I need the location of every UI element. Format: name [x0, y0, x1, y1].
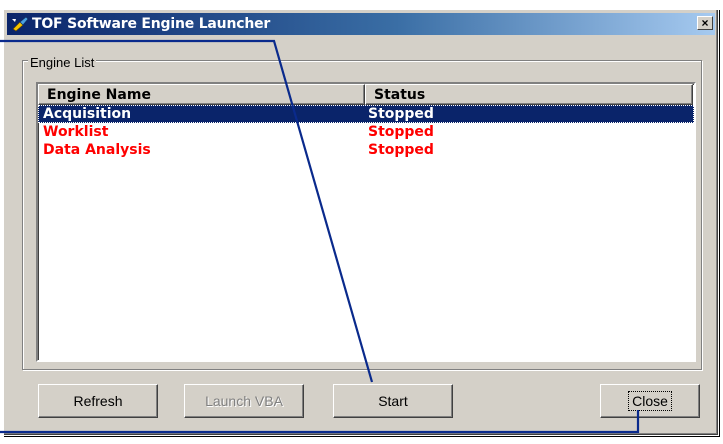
close-button[interactable]: Close [600, 384, 700, 418]
engine-row-acquisition[interactable]: Acquisition Stopped [38, 105, 694, 123]
engine-listview[interactable]: Engine Name Status Acquisition Stopped W… [36, 82, 696, 362]
engine-status-cell: Stopped [368, 142, 434, 158]
engine-name-cell: Worklist [43, 124, 109, 140]
launch-vba-button[interactable]: Launch VBA [184, 384, 304, 418]
engine-status-cell: Stopped [368, 124, 434, 140]
start-button[interactable]: Start [333, 384, 453, 418]
engine-row-worklist[interactable]: Worklist Stopped [38, 123, 694, 141]
refresh-button[interactable]: Refresh [38, 384, 158, 418]
engine-name-cell: Acquisition [43, 106, 132, 122]
column-engine-name[interactable]: Engine Name [38, 84, 365, 105]
title-bar[interactable]: TOF Software Engine Launcher × [7, 13, 715, 35]
engine-status-cell: Stopped [368, 106, 434, 122]
column-status[interactable]: Status [365, 84, 693, 105]
launcher-app-icon [11, 16, 29, 32]
close-icon[interactable]: × [697, 16, 713, 30]
listview-header: Engine Name Status [38, 84, 694, 105]
close-button-label: Close [628, 391, 672, 411]
window-title: TOF Software Engine Launcher [32, 16, 271, 32]
engine-row-data-analysis[interactable]: Data Analysis Stopped [38, 141, 694, 159]
screenshot-stage: TOF Software Engine Launcher × Engine Li… [0, 0, 723, 444]
engine-list-label: Engine List [28, 55, 97, 70]
engine-name-cell: Data Analysis [43, 142, 151, 158]
